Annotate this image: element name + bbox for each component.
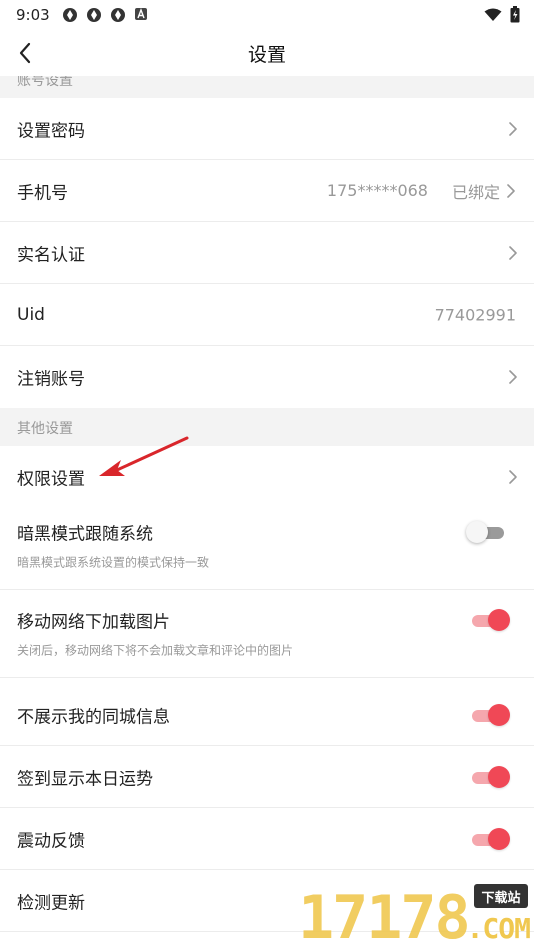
row-label: Uid bbox=[17, 304, 45, 325]
watermark-digits: 17178 bbox=[298, 883, 471, 950]
toggle-knob bbox=[488, 609, 510, 631]
row-uid: Uid 77402991 bbox=[0, 284, 534, 346]
app-notification-icon bbox=[110, 7, 126, 23]
mobile-images-toggle[interactable] bbox=[470, 609, 510, 631]
row-hide-city-info: 不展示我的同城信息 bbox=[0, 684, 534, 746]
row-set-password[interactable]: 设置密码 bbox=[0, 98, 534, 160]
status-time: 9:03 bbox=[16, 6, 50, 24]
back-button[interactable] bbox=[10, 38, 40, 68]
row-label: 暗黑模式跟随系统 bbox=[17, 524, 153, 545]
chevron-right-icon bbox=[509, 121, 517, 136]
chevron-right-icon bbox=[509, 370, 517, 384]
status-right-icons bbox=[484, 6, 520, 27]
row-real-name[interactable]: 实名认证 bbox=[0, 222, 534, 284]
bind-status: 已绑定 bbox=[451, 182, 500, 202]
row-label: 手机号 bbox=[17, 183, 68, 203]
wifi-icon bbox=[484, 8, 502, 26]
row-value: 175*****068 已绑定 bbox=[327, 179, 516, 203]
row-label: 设置密码 bbox=[17, 121, 85, 141]
battery-icon bbox=[510, 6, 520, 27]
section-header-label: 其他设置 bbox=[17, 421, 73, 437]
watermark-suffix: .COM bbox=[466, 912, 531, 945]
checkin-fortune-toggle[interactable] bbox=[470, 765, 510, 788]
row-mobile-images: 移动网络下加载图片 关闭后，移动网络下将不会加载文章和评论中的图片 bbox=[0, 590, 534, 678]
toggle-knob bbox=[466, 521, 488, 543]
a-notification-icon bbox=[134, 7, 150, 23]
page-title: 设置 bbox=[247, 43, 286, 66]
watermark-logo: 17178 下载站 .COM bbox=[298, 884, 534, 950]
row-description: 暗黑模式跟系统设置的模式保持一致 bbox=[17, 555, 210, 570]
row-checkin-fortune: 签到显示本日运势 bbox=[0, 746, 534, 808]
row-label: 权限设置 bbox=[17, 469, 85, 490]
annotation-arrow-icon bbox=[99, 436, 189, 476]
row-phone[interactable]: 手机号 175*****068 已绑定 bbox=[0, 160, 534, 222]
row-permissions[interactable]: 权限设置 bbox=[0, 446, 534, 508]
row-label: 检测更新 bbox=[17, 893, 85, 913]
row-label: 移动网络下加载图片 bbox=[17, 612, 170, 633]
toggle-knob bbox=[488, 827, 510, 850]
row-label: 震动反馈 bbox=[17, 831, 85, 851]
row-dark-mode: 暗黑模式跟随系统 暗黑模式跟系统设置的模式保持一致 bbox=[0, 502, 534, 590]
uid-value: 77402991 bbox=[434, 305, 516, 324]
toggle-knob bbox=[488, 765, 510, 788]
row-description: 关闭后，移动网络下将不会加载文章和评论中的图片 bbox=[17, 643, 294, 658]
section-header-account: 账号设置 bbox=[0, 76, 534, 98]
row-delete-account[interactable]: 注销账号 bbox=[0, 346, 534, 408]
nav-bar: 设置 bbox=[0, 30, 534, 76]
chevron-right-icon bbox=[507, 183, 515, 198]
chevron-left-icon bbox=[19, 42, 31, 64]
chevron-right-icon bbox=[509, 470, 517, 484]
section-header-other: 其他设置 bbox=[0, 408, 534, 446]
phone-number: 175*****068 bbox=[326, 181, 428, 200]
dark-mode-toggle[interactable] bbox=[466, 521, 506, 543]
hide-city-info-toggle[interactable] bbox=[470, 703, 510, 726]
row-vibration-feedback: 震动反馈 bbox=[0, 808, 534, 870]
app-notification-icon bbox=[86, 7, 102, 23]
toggle-knob bbox=[488, 703, 510, 726]
chevron-right-icon bbox=[509, 245, 517, 260]
row-label: 不展示我的同城信息 bbox=[17, 707, 170, 727]
row-label: 实名认证 bbox=[17, 245, 85, 265]
vibration-feedback-toggle[interactable] bbox=[470, 827, 510, 850]
section-header-label: 账号设置 bbox=[17, 76, 73, 89]
row-label: 签到显示本日运势 bbox=[17, 769, 153, 789]
app-notification-icon bbox=[62, 7, 78, 23]
row-label: 注销账号 bbox=[17, 369, 85, 390]
status-bar: 9:03 bbox=[0, 0, 534, 30]
watermark-badge: 下载站 bbox=[474, 884, 528, 908]
